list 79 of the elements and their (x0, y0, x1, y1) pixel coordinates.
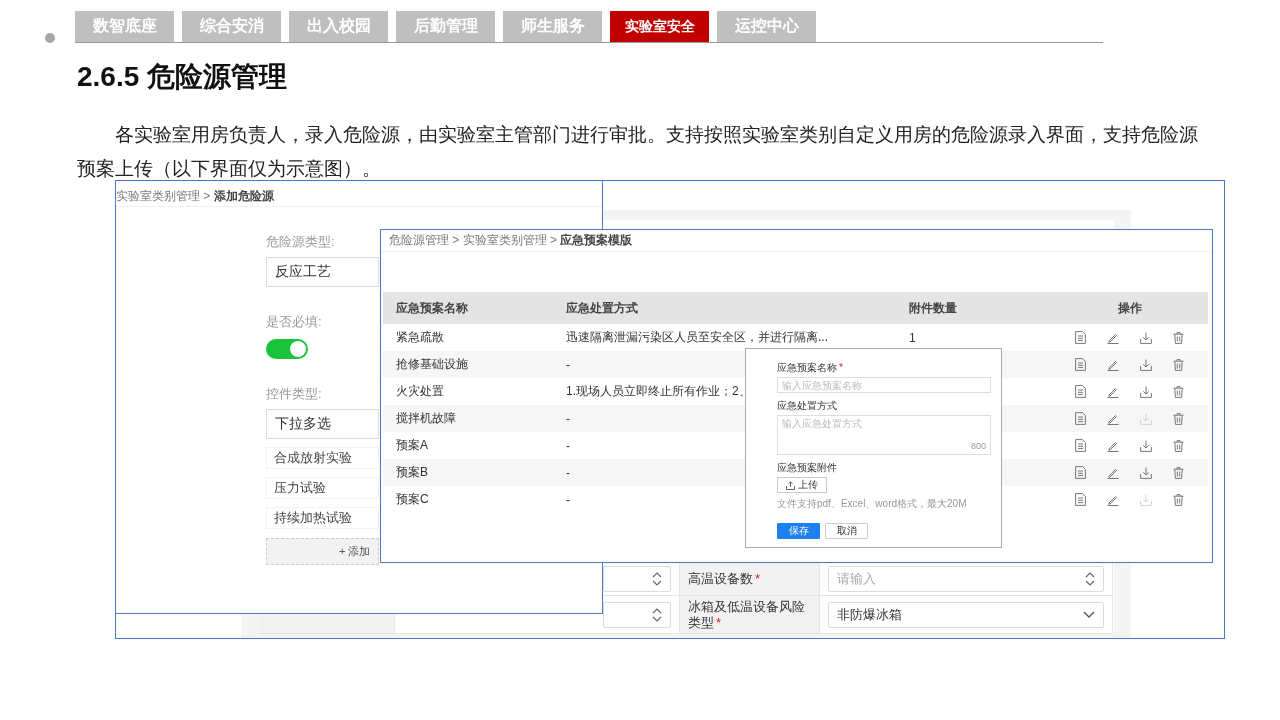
spinner-icon (652, 570, 662, 587)
column-header: 操作 (1116, 299, 1143, 317)
delete-icon[interactable] (1173, 385, 1184, 398)
edit-icon[interactable] (1107, 331, 1119, 344)
table-cell: 紧急疏散 (396, 330, 444, 344)
document-icon[interactable] (1075, 466, 1086, 479)
delete-icon[interactable] (1173, 358, 1184, 371)
download-icon[interactable] (1140, 385, 1152, 398)
document-icon[interactable] (1075, 385, 1086, 398)
delete-icon[interactable] (1173, 466, 1184, 479)
cancel-button[interactable]: 取消 (825, 523, 868, 539)
edit-icon[interactable] (1107, 493, 1119, 506)
download-icon[interactable] (1140, 439, 1152, 452)
table-cell: - (566, 438, 570, 453)
table-cell: - (566, 492, 570, 507)
edit-icon[interactable] (1107, 439, 1119, 452)
type-field[interactable]: 反应工艺 (266, 257, 379, 287)
table-cell: 抢修基础设施 (396, 357, 468, 371)
section-heading: 2.6.5 危险源管理 (77, 60, 289, 94)
table-cell: - (566, 465, 570, 480)
document-icon[interactable] (1075, 493, 1086, 506)
download-icon[interactable] (1140, 358, 1152, 371)
table-cell: 火灾处置 (396, 384, 444, 398)
field-label: 应急预案名称 * (777, 361, 844, 374)
edit-icon[interactable] (1107, 412, 1119, 425)
field-label: 应急处置方式 (777, 399, 838, 412)
field-label: 应急预案附件 (777, 461, 838, 474)
breadcrumb: 危险源管理 > 实验室类别管理 > 应急预案模版 (381, 230, 1212, 252)
table-cell: 预案C (396, 492, 429, 506)
bullet-icon (45, 33, 55, 43)
table-cell: 搅拌机故障 (396, 411, 456, 425)
delete-icon[interactable] (1173, 412, 1184, 425)
number-field[interactable] (603, 565, 671, 592)
field-label: 是否必填: (266, 313, 322, 331)
download-icon[interactable] (1140, 331, 1152, 344)
column-header: 应急预案名称 (395, 299, 469, 317)
table-cell: 预案B (396, 465, 428, 479)
document-icon[interactable] (1075, 412, 1086, 425)
table-cell: 1.现场人员立即终止所有作业；2、 (566, 384, 751, 398)
nav-tab[interactable]: 实验室安全 (610, 11, 709, 42)
edit-icon[interactable] (1107, 385, 1119, 398)
column-header: 应急处置方式 (566, 299, 639, 317)
column-header: 附件数量 (909, 299, 958, 317)
table-cell: 1 (909, 330, 916, 345)
table-cell: 预案A (396, 438, 428, 452)
table-cell: - (566, 357, 570, 372)
spinner-icon (1085, 570, 1095, 587)
upload-button[interactable]: 上传 (777, 477, 827, 493)
save-button[interactable]: 保存 (777, 523, 820, 539)
breadcrumb: 实验室类别管理 > 添加危险源 (116, 181, 602, 207)
field-label: 控件类型: (266, 385, 322, 403)
hint-text: 文件支持pdf、Excel、word格式，最大20M (777, 497, 968, 511)
edit-icon[interactable] (1107, 358, 1119, 371)
chevron-down-icon (1083, 610, 1095, 619)
table-cell: - (566, 411, 570, 426)
field-label: 冰箱及低温设备风险类型* (680, 596, 820, 634)
body-paragraph: 各实验室用房负责人，录入危险源，由实验室主管部门进行审批。支持按照实验室类别自定义用房的危险源录入界面，支持危险源预案上传（以下界面仅为示意图）。 (77, 123, 1199, 181)
number-field[interactable] (603, 601, 671, 628)
document-icon[interactable] (1075, 439, 1086, 452)
upload-icon (786, 480, 795, 490)
select-field[interactable]: 下拉多选 (266, 409, 379, 439)
option-item[interactable]: 合成放射实验 (266, 447, 379, 469)
input-field[interactable]: 输入应急预案名称 (777, 377, 991, 393)
document-icon[interactable] (1075, 358, 1086, 371)
add-button[interactable]: + 添加 (266, 538, 379, 565)
delete-icon[interactable] (1173, 493, 1184, 506)
download-icon[interactable] (1140, 466, 1152, 479)
option-item[interactable]: 持续加热试验 (266, 507, 379, 529)
toggle-switch[interactable] (266, 339, 308, 359)
field-label: 危险源类型: (266, 233, 335, 251)
document-icon[interactable] (1075, 331, 1086, 344)
delete-icon[interactable] (1173, 331, 1184, 344)
edit-icon[interactable] (1107, 466, 1119, 479)
field-label: 高温设备数* (680, 562, 820, 596)
table-cell: 迅速隔离泄漏污染区人员至安全区，并进行隔离... (566, 330, 828, 344)
spinner-icon (652, 606, 662, 623)
select-field[interactable]: 非防爆冰箱 (828, 601, 1104, 628)
option-item[interactable]: 压力试验 (266, 477, 379, 499)
delete-icon[interactable] (1173, 439, 1184, 452)
